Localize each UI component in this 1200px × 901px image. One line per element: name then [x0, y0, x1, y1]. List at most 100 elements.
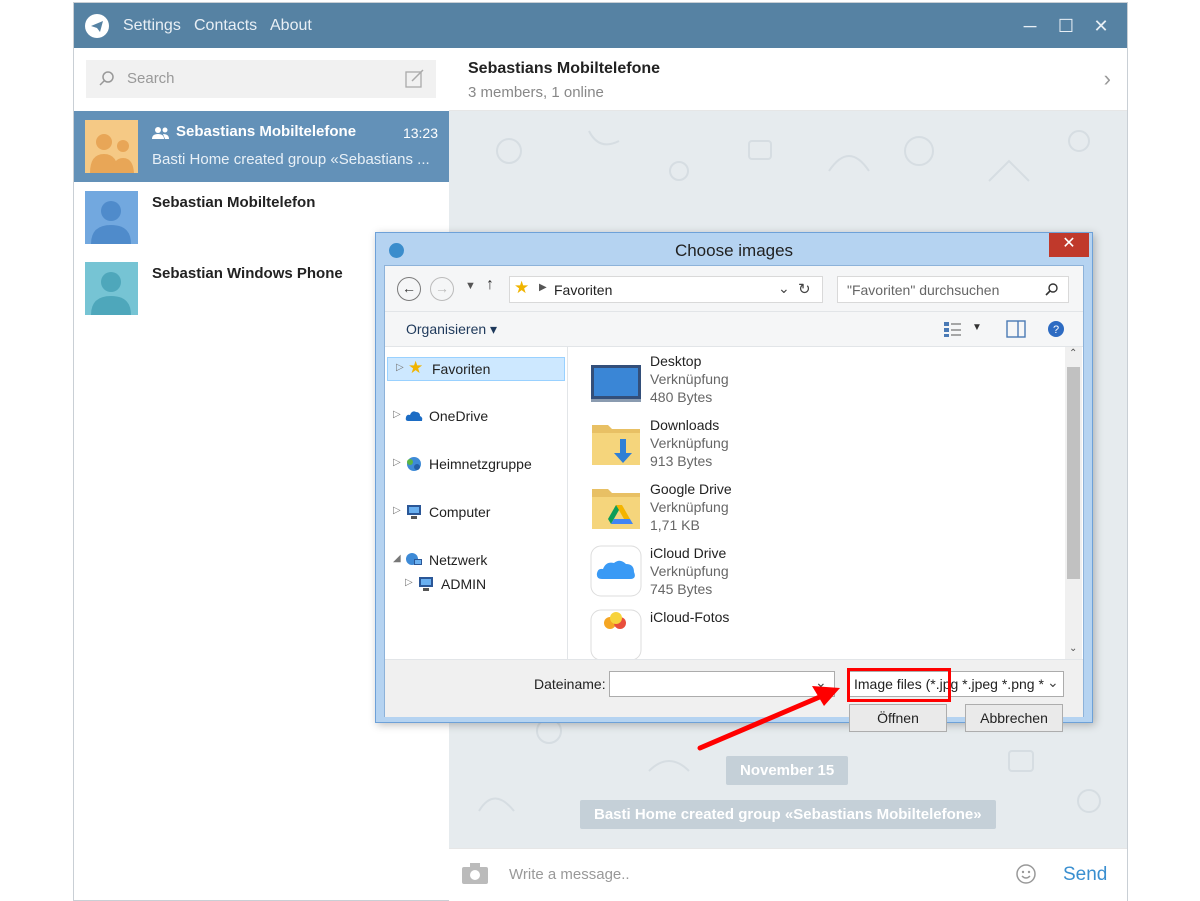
- organize-button[interactable]: Organisieren ▾: [406, 321, 497, 338]
- close-icon[interactable]: ✕: [1090, 15, 1112, 37]
- view-options-icon[interactable]: [943, 320, 963, 338]
- chevron-right-icon[interactable]: ›: [1104, 66, 1111, 92]
- file-size: 480 Bytes: [650, 389, 713, 405]
- choose-images-dialog: Choose images ✕ ← → ▼ ↑ ★ ▶ Favoriten ⌄ …: [375, 232, 1093, 732]
- address-text: Favoriten: [554, 282, 613, 298]
- organize-label: Organisieren: [406, 321, 487, 337]
- chat-title: Sebastians Mobiltelefone: [468, 60, 661, 77]
- minimize-icon[interactable]: ─: [1019, 15, 1041, 37]
- nav-item-favoriten[interactable]: ▷ ★ Favoriten: [387, 357, 565, 381]
- breadcrumb-arrow-icon: ▶: [539, 282, 547, 293]
- dialog-toolbar: Organisieren ▾ ▼ ?: [385, 312, 1083, 347]
- compose-icon[interactable]: [404, 68, 426, 90]
- dialog-body: ← → ▼ ↑ ★ ▶ Favoriten ⌄ ↻ "Favoriten" du…: [384, 265, 1084, 732]
- menu-contacts[interactable]: Contacts: [194, 17, 257, 35]
- user-avatar: [85, 191, 138, 244]
- menu-about[interactable]: About: [270, 17, 312, 35]
- filename-label: Dateiname:: [534, 676, 606, 692]
- chat-subtitle: 3 members, 1 online: [468, 84, 604, 101]
- expand-triangle-icon[interactable]: ▷: [396, 362, 404, 373]
- search-input[interactable]: Search: [86, 60, 436, 98]
- chat-name: Sebastians Mobiltelefone: [176, 123, 357, 140]
- expand-triangle-icon[interactable]: ▷: [393, 505, 401, 516]
- file-type: Verknüpfung: [650, 563, 729, 579]
- scroll-up-icon[interactable]: ⌃: [1069, 348, 1077, 359]
- file-type: Verknüpfung: [650, 371, 729, 387]
- file-size: 1,71 KB: [650, 517, 700, 533]
- group-avatar: [85, 120, 138, 173]
- file-name: Desktop: [650, 353, 702, 369]
- file-size: 745 Bytes: [650, 581, 713, 597]
- computer-icon: [407, 505, 421, 519]
- cloud-icon: [405, 411, 423, 421]
- recent-dropdown-icon[interactable]: ▼: [465, 280, 476, 292]
- chat-time: 13:23: [402, 125, 438, 141]
- message-input[interactable]: Write a message..: [509, 866, 630, 883]
- chat-name: Sebastian Windows Phone: [152, 265, 343, 282]
- group-icon: [152, 127, 169, 139]
- send-button[interactable]: Send: [1063, 864, 1107, 886]
- collapse-triangle-icon[interactable]: ◢: [393, 553, 401, 564]
- chat-item-sebastians-mobiltelefone[interactable]: Sebastians Mobiltelefone 13:23 Basti Hom…: [74, 111, 449, 182]
- up-arrow-icon[interactable]: ↑: [486, 276, 494, 294]
- icloud-photos-icon: [590, 609, 642, 659]
- chevron-down-icon[interactable]: ⌄: [1047, 674, 1059, 691]
- user-avatar: [85, 262, 138, 315]
- file-item-desktop[interactable]: Desktop Verknüpfung 480 Bytes: [590, 347, 990, 411]
- date-badge: November 15: [726, 756, 849, 785]
- file-name: iCloud-Fotos: [650, 609, 730, 625]
- navigation-pane: ▷ ★ Favoriten ▷ OneDrive ▷ Heimnetzgrupp…: [385, 347, 568, 659]
- telegram-logo-icon: [85, 14, 109, 38]
- file-list: Desktop Verknüpfung 480 Bytes Downloads …: [568, 347, 1064, 659]
- chat-header[interactable]: Sebastians Mobiltelefone 3 members, 1 on…: [449, 48, 1127, 111]
- file-name: iCloud Drive: [650, 545, 727, 561]
- nav-label: Favoriten: [432, 361, 491, 377]
- expand-triangle-icon[interactable]: ▷: [393, 409, 401, 420]
- forward-button[interactable]: →: [430, 277, 454, 301]
- refresh-icon[interactable]: ↻: [798, 280, 811, 298]
- back-button[interactable]: ←: [397, 277, 421, 301]
- file-name: Downloads: [650, 417, 720, 433]
- file-item-downloads[interactable]: Downloads Verknüpfung 913 Bytes: [590, 411, 990, 475]
- cancel-button[interactable]: Abbrechen: [965, 704, 1063, 732]
- nav-label: ADMIN: [441, 576, 487, 592]
- expand-triangle-icon[interactable]: ▷: [393, 457, 401, 468]
- camera-icon[interactable]: [461, 862, 489, 886]
- google-drive-folder-icon: [592, 489, 640, 529]
- scroll-down-icon[interactable]: ⌄: [1069, 643, 1077, 654]
- file-size: 913 Bytes: [650, 453, 713, 469]
- help-icon[interactable]: ?: [1047, 320, 1065, 338]
- expand-triangle-icon[interactable]: ▷: [405, 577, 413, 588]
- folder-search-input[interactable]: "Favoriten" durchsuchen: [837, 276, 1069, 303]
- vertical-scrollbar[interactable]: ⌃ ⌄: [1065, 347, 1082, 659]
- nav-label: Netzwerk: [429, 552, 488, 568]
- annotation-arrow-icon: [697, 686, 840, 751]
- address-field[interactable]: ★ ▶ Favoriten ⌄ ↻: [509, 276, 823, 303]
- title-bar: Settings Contacts About ─ ☐ ✕: [74, 3, 1127, 48]
- dialog-close-button[interactable]: ✕: [1049, 233, 1089, 257]
- icloud-icon: [590, 545, 642, 597]
- chevron-down-icon[interactable]: ⌄: [778, 280, 790, 297]
- search-icon: [1045, 283, 1058, 296]
- downloads-folder-icon: [592, 425, 640, 465]
- star-icon: ★: [408, 358, 424, 377]
- open-button[interactable]: Öffnen: [849, 704, 947, 732]
- computer-icon: [419, 577, 433, 591]
- menu-settings[interactable]: Settings: [123, 17, 181, 35]
- preview-pane-icon[interactable]: [1006, 320, 1026, 338]
- file-item-icloud-drive[interactable]: iCloud Drive Verknüpfung 745 Bytes: [590, 539, 990, 603]
- file-type: Verknüpfung: [650, 499, 729, 515]
- maximize-icon[interactable]: ☐: [1055, 15, 1077, 37]
- search-icon: [99, 71, 114, 86]
- folder-search-placeholder: "Favoriten" durchsuchen: [847, 282, 1000, 298]
- emoji-icon[interactable]: [1015, 863, 1037, 885]
- file-type: Verknüpfung: [650, 435, 729, 451]
- service-message: Basti Home created group «Sebastians Mob…: [580, 800, 996, 829]
- chat-preview: Basti Home created group «Sebastians ...: [152, 151, 430, 168]
- file-item-icloud-fotos[interactable]: iCloud-Fotos: [590, 603, 990, 659]
- star-icon: ★: [514, 278, 530, 297]
- view-dropdown-icon[interactable]: ▼: [972, 322, 982, 333]
- scrollbar-thumb[interactable]: [1067, 367, 1080, 579]
- chat-name: Sebastian Mobiltelefon: [152, 194, 316, 211]
- file-item-google-drive[interactable]: Google Drive Verknüpfung 1,71 KB: [590, 475, 990, 539]
